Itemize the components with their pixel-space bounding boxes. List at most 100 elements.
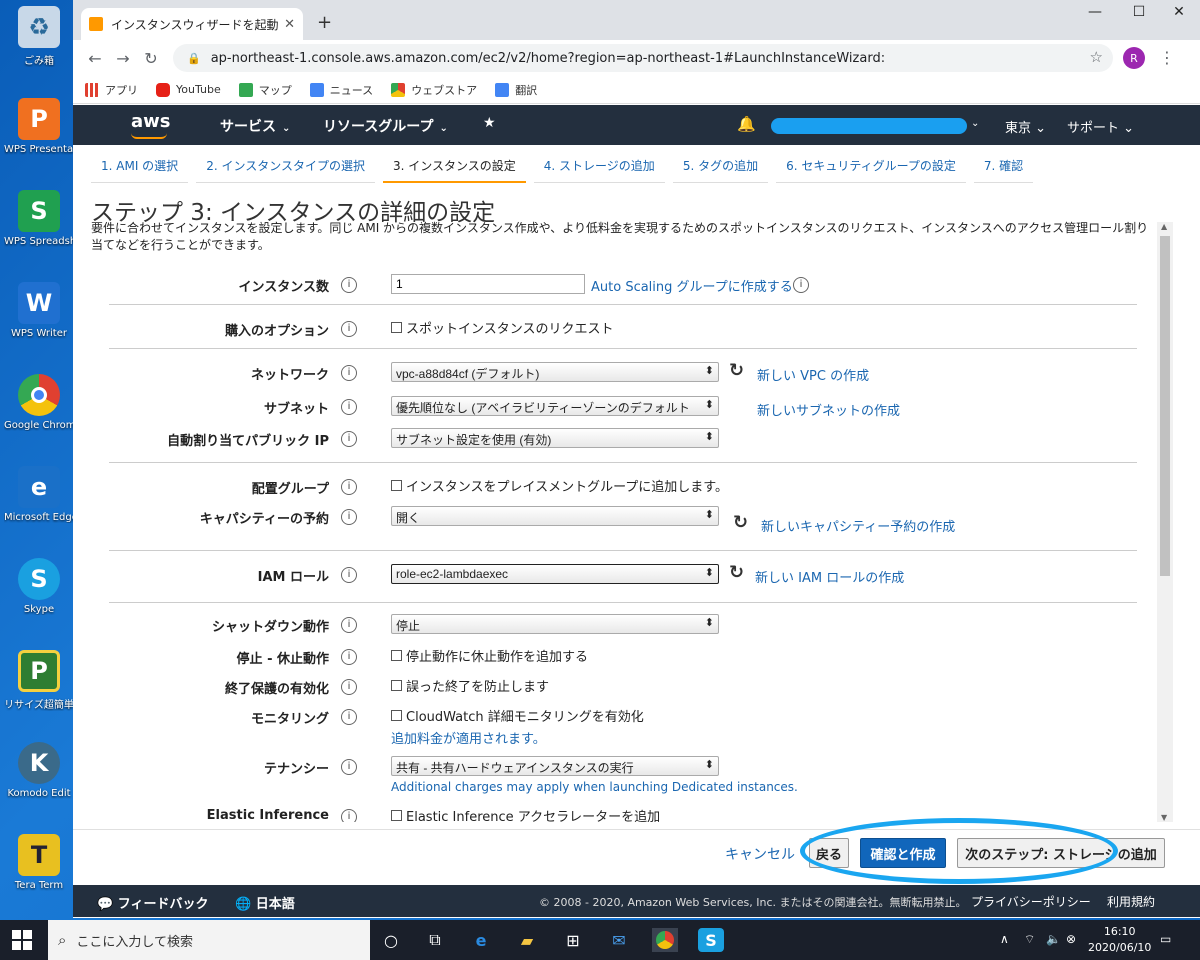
refresh-icon[interactable]: ↻ xyxy=(729,360,744,381)
desktop-icon-wps-spreadsheet[interactable]: S WPS Spreadshe xyxy=(4,190,74,247)
desktop-icon-recycle-bin[interactable]: ♻ ごみ箱 xyxy=(4,6,74,67)
bookmark-news[interactable]: ニュース xyxy=(309,82,373,98)
termination-protection-checkbox[interactable]: 誤った終了を防止します xyxy=(391,676,549,695)
file-explorer-icon[interactable]: ▰ xyxy=(514,928,540,952)
browser-menu-icon[interactable]: ⋮ xyxy=(1159,48,1175,67)
desktop-icon-teraterm[interactable]: T Tera Term xyxy=(4,834,74,891)
desktop-icon-edge[interactable]: e Microsoft Edge xyxy=(4,466,74,523)
info-icon[interactable]: i xyxy=(341,365,357,381)
scroll-down-icon[interactable]: ▼ xyxy=(1161,813,1167,822)
scroll-up-icon[interactable]: ▲ xyxy=(1161,222,1167,231)
privacy-link[interactable]: プライバシーポリシー xyxy=(971,893,1091,910)
elastic-inference-checkbox[interactable]: Elastic Inference アクセラレーターを追加 xyxy=(391,806,660,822)
spot-request-checkbox[interactable]: スポットインスタンスのリクエスト xyxy=(391,318,613,337)
cortana-icon[interactable]: ○ xyxy=(378,928,404,952)
language-link[interactable]: 🌐 日本語 xyxy=(235,893,295,912)
close-circle-icon[interactable]: ⊗ xyxy=(1066,932,1076,946)
pin-icon[interactable]: ★ xyxy=(483,115,496,131)
desktop-icon-wps-presentation[interactable]: P WPS Presentati xyxy=(4,98,74,155)
taskbar-search[interactable]: ⌕ ここに入力して検索 xyxy=(48,920,370,960)
network-select[interactable]: vpc-a88d84cf (デフォルト) ⬍ xyxy=(391,362,719,382)
resource-groups-menu[interactable]: リソースグループ ⌄ xyxy=(323,116,448,136)
bookmark-translate[interactable]: 翻訳 xyxy=(495,82,537,98)
new-tab-button[interactable]: + xyxy=(317,12,332,33)
info-icon[interactable]: i xyxy=(341,479,357,495)
notification-icon[interactable]: ▭ xyxy=(1160,932,1171,946)
bookmark-youtube[interactable]: YouTube xyxy=(156,82,221,97)
chrome-taskbar-icon[interactable] xyxy=(652,928,678,952)
info-icon[interactable]: i xyxy=(341,649,357,665)
services-menu[interactable]: サービス ⌄ xyxy=(220,116,290,136)
autoscaling-link[interactable]: Auto Scaling グループに作成する xyxy=(591,276,793,295)
mail-icon[interactable]: ✉ xyxy=(606,928,632,952)
step-review[interactable]: 7. 確認 xyxy=(973,151,1034,183)
refresh-icon[interactable]: ↻ xyxy=(733,512,748,533)
store-icon[interactable]: ⊞ xyxy=(560,928,586,952)
new-subnet-link[interactable]: 新しいサブネットの作成 xyxy=(757,400,900,419)
close-tab-icon[interactable]: ✕ xyxy=(284,17,295,32)
info-icon[interactable]: i xyxy=(341,809,357,822)
public-ip-select[interactable]: サブネット設定を使用 (有効) ⬍ xyxy=(391,428,719,448)
bell-icon[interactable]: 🔔 xyxy=(737,115,756,133)
back-icon[interactable]: ← xyxy=(81,49,109,68)
url-bar[interactable]: 🔒 ap-northeast-1.console.aws.amazon.com/… xyxy=(173,44,1113,72)
subnet-select[interactable]: 優先順位なし (アベイラビリティーゾーンのデフォルト ⬍ xyxy=(391,396,719,416)
volume-icon[interactable]: 🔈 xyxy=(1046,932,1061,946)
minimize-button[interactable]: — xyxy=(1075,4,1115,20)
support-menu[interactable]: サポート ⌄ xyxy=(1067,117,1134,136)
info-icon[interactable]: i xyxy=(341,679,357,695)
cancel-link[interactable]: キャンセル xyxy=(725,844,795,864)
system-clock[interactable]: 16:10 2020/06/10 xyxy=(1088,924,1151,956)
instance-count-input[interactable] xyxy=(391,274,585,294)
shutdown-select[interactable]: 停止 ⬍ xyxy=(391,614,719,634)
capacity-select[interactable]: 開く ⬍ xyxy=(391,506,719,526)
info-icon[interactable]: i xyxy=(341,431,357,447)
desktop-icon-resize[interactable]: P リサイズ超簡単 xyxy=(4,650,74,711)
info-icon[interactable]: i xyxy=(341,617,357,633)
desktop-icon-wps-writer[interactable]: W WPS Writer xyxy=(4,282,74,339)
bookmark-webstore[interactable]: ウェブストア xyxy=(391,82,477,98)
info-icon[interactable]: i xyxy=(341,277,357,293)
new-capacity-link[interactable]: 新しいキャパシティー予約の作成 xyxy=(761,516,955,535)
step-security-group[interactable]: 6. セキュリティグループの設定 xyxy=(776,151,966,183)
desktop-icon-skype[interactable]: S Skype xyxy=(4,558,74,615)
refresh-icon[interactable]: ↻ xyxy=(729,562,744,583)
reload-icon[interactable]: ↻ xyxy=(137,49,165,68)
desktop-icon-komodo[interactable]: K Komodo Edit xyxy=(4,742,74,799)
desktop-icon-chrome[interactable]: Google Chrome xyxy=(4,374,74,431)
bookmark-apps[interactable]: アプリ xyxy=(85,82,138,98)
step-storage[interactable]: 4. ストレージの追加 xyxy=(533,151,665,183)
bookmark-star-icon[interactable]: ☆ xyxy=(1090,48,1103,66)
monitoring-checkbox[interactable]: CloudWatch 詳細モニタリングを有効化 xyxy=(391,706,644,725)
close-window-button[interactable]: ✕ xyxy=(1159,4,1199,20)
skype-taskbar-icon[interactable]: S xyxy=(698,928,724,952)
tray-chevron-icon[interactable]: ∧ xyxy=(1000,932,1009,946)
terms-link[interactable]: 利用規約 xyxy=(1107,893,1155,910)
hibernate-checkbox[interactable]: 停止動作に休止動作を追加する xyxy=(391,646,588,665)
new-vpc-link[interactable]: 新しい VPC の作成 xyxy=(757,365,869,384)
step-tags[interactable]: 5. タグの追加 xyxy=(672,151,769,183)
placement-group-checkbox[interactable]: インスタンスをプレイスメントグループに追加します。 xyxy=(391,476,728,495)
aws-logo[interactable]: aws xyxy=(131,111,171,139)
iam-role-select[interactable]: role-ec2-lambdaexec ⬍ xyxy=(391,564,719,584)
browser-tab-active[interactable]: インスタンスウィザードを起動 | EC2 M ✕ xyxy=(81,8,303,40)
info-icon[interactable]: i xyxy=(341,509,357,525)
monitoring-charge-link[interactable]: 追加料金が適用されます。 xyxy=(391,728,546,747)
info-icon[interactable]: i xyxy=(341,321,357,337)
new-iam-role-link[interactable]: 新しい IAM ロールの作成 xyxy=(755,567,904,586)
step-instance-type[interactable]: 2. インスタンスタイプの選択 xyxy=(196,151,375,183)
step-ami[interactable]: 1. AMI の選択 xyxy=(91,151,189,183)
vertical-scrollbar[interactable]: ▲ ▼ xyxy=(1157,222,1173,822)
info-icon[interactable]: i xyxy=(341,567,357,583)
step-configure[interactable]: 3. インスタンスの設定 xyxy=(382,151,526,183)
region-menu[interactable]: 東京 ⌄ xyxy=(1005,117,1046,136)
scrollbar-thumb[interactable] xyxy=(1160,236,1170,576)
info-icon[interactable]: i xyxy=(341,399,357,415)
info-icon[interactable]: i xyxy=(341,709,357,725)
info-icon[interactable]: i xyxy=(341,759,357,775)
windows-start-icon[interactable] xyxy=(12,930,32,950)
network-icon[interactable]: ⌔ xyxy=(1024,932,1035,947)
task-view-icon[interactable]: ⧉ xyxy=(422,928,448,952)
bookmark-maps[interactable]: マップ xyxy=(238,82,292,98)
feedback-link[interactable]: 💬 フィードバック xyxy=(97,893,208,912)
